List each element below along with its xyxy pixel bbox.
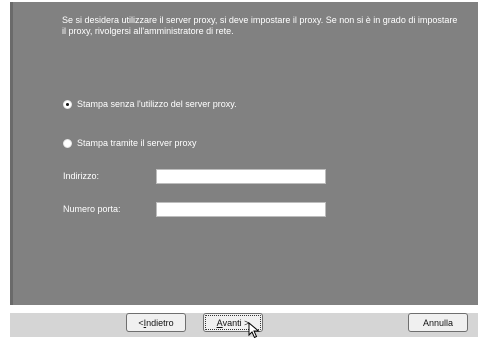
intro-text: Se si desidera utilizzare il server prox… — [62, 15, 458, 36]
mouse-pointer-icon — [248, 322, 260, 339]
cancel-button[interactable]: Annulla — [408, 313, 468, 332]
address-label: Indirizzo: — [63, 171, 100, 181]
address-input[interactable] — [156, 169, 326, 184]
port-input[interactable] — [156, 202, 326, 217]
back-button[interactable]: < Indietro — [126, 313, 186, 332]
option-no-proxy-label: Stampa senza l'utilizzo del server proxy… — [77, 99, 237, 109]
next-rest: vanti > — [222, 317, 250, 328]
wizard-panel: Se si desidera utilizzare il server prox… — [10, 2, 478, 305]
panel-left-edge — [10, 2, 13, 305]
port-label: Numero porta: — [63, 204, 121, 214]
option-use-proxy[interactable]: Stampa tramite il server proxy — [63, 138, 197, 148]
option-use-proxy-label: Stampa tramite il server proxy — [77, 138, 197, 148]
option-no-proxy[interactable]: Stampa senza l'utilizzo del server proxy… — [63, 99, 237, 109]
back-rest: ndietro — [146, 317, 174, 328]
radio-use-proxy[interactable] — [63, 138, 72, 148]
radio-no-proxy[interactable] — [63, 99, 72, 109]
